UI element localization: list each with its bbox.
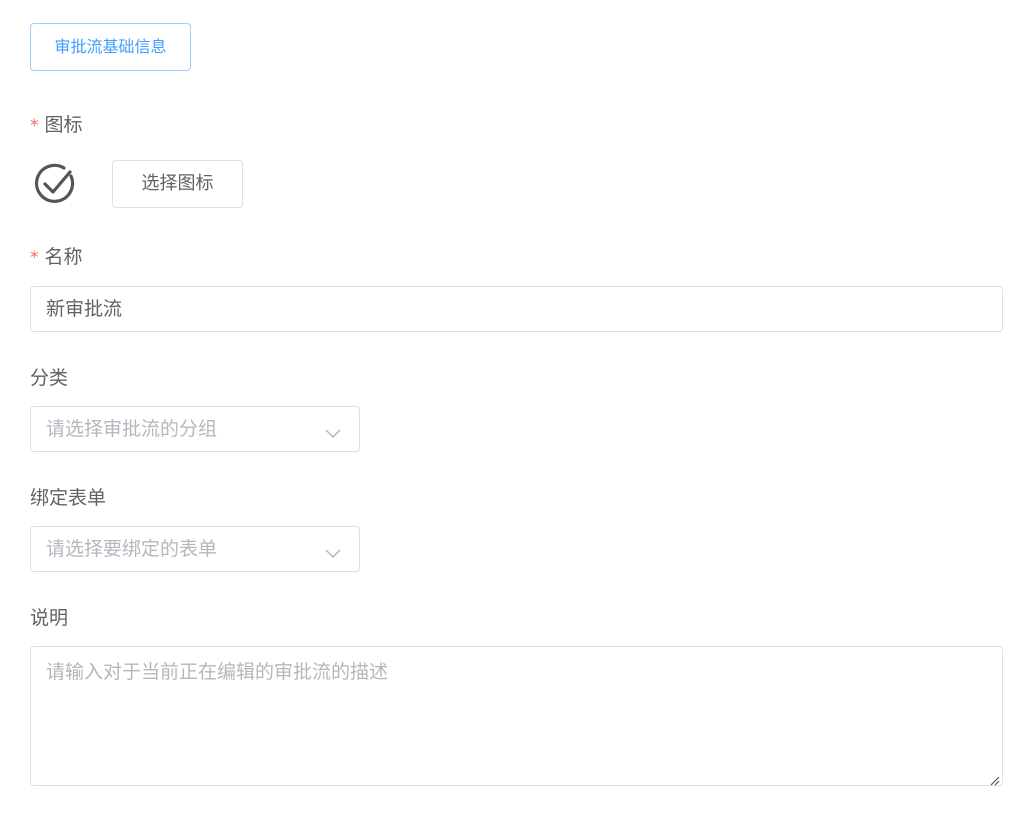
name-label-text: 名称 [44,246,83,268]
category-select-placeholder: 请选择审批流的分组 [46,418,218,440]
required-mark: * [30,248,39,268]
name-field-label: * 名称 [30,245,83,270]
choose-icon-button[interactable]: 选择图标 [112,160,243,208]
chevron-down-icon [325,424,341,439]
icon-label-text: 图标 [44,114,83,136]
chevron-down-icon [325,544,341,559]
form-field-label: 绑定表单 [30,487,107,509]
resize-handle-icon[interactable] [988,771,1000,786]
category-select[interactable]: 请选择审批流的分组 [30,406,360,452]
section-tab-basic-info[interactable]: 审批流基础信息 [30,23,191,71]
description-field-label: 说明 [30,607,69,629]
icon-field-label: * 图标 [30,113,83,138]
check-circle-icon [33,162,77,206]
name-input[interactable]: 新审批流 [30,286,1003,332]
description-textarea[interactable]: 请输入对于当前正在编辑的审批流的描述 [30,646,1003,786]
required-mark: * [30,116,39,136]
category-field-label: 分类 [30,367,69,389]
form-select-placeholder: 请选择要绑定的表单 [46,538,218,560]
form-select[interactable]: 请选择要绑定的表单 [30,526,360,572]
description-placeholder: 请输入对于当前正在编辑的审批流的描述 [46,661,389,683]
